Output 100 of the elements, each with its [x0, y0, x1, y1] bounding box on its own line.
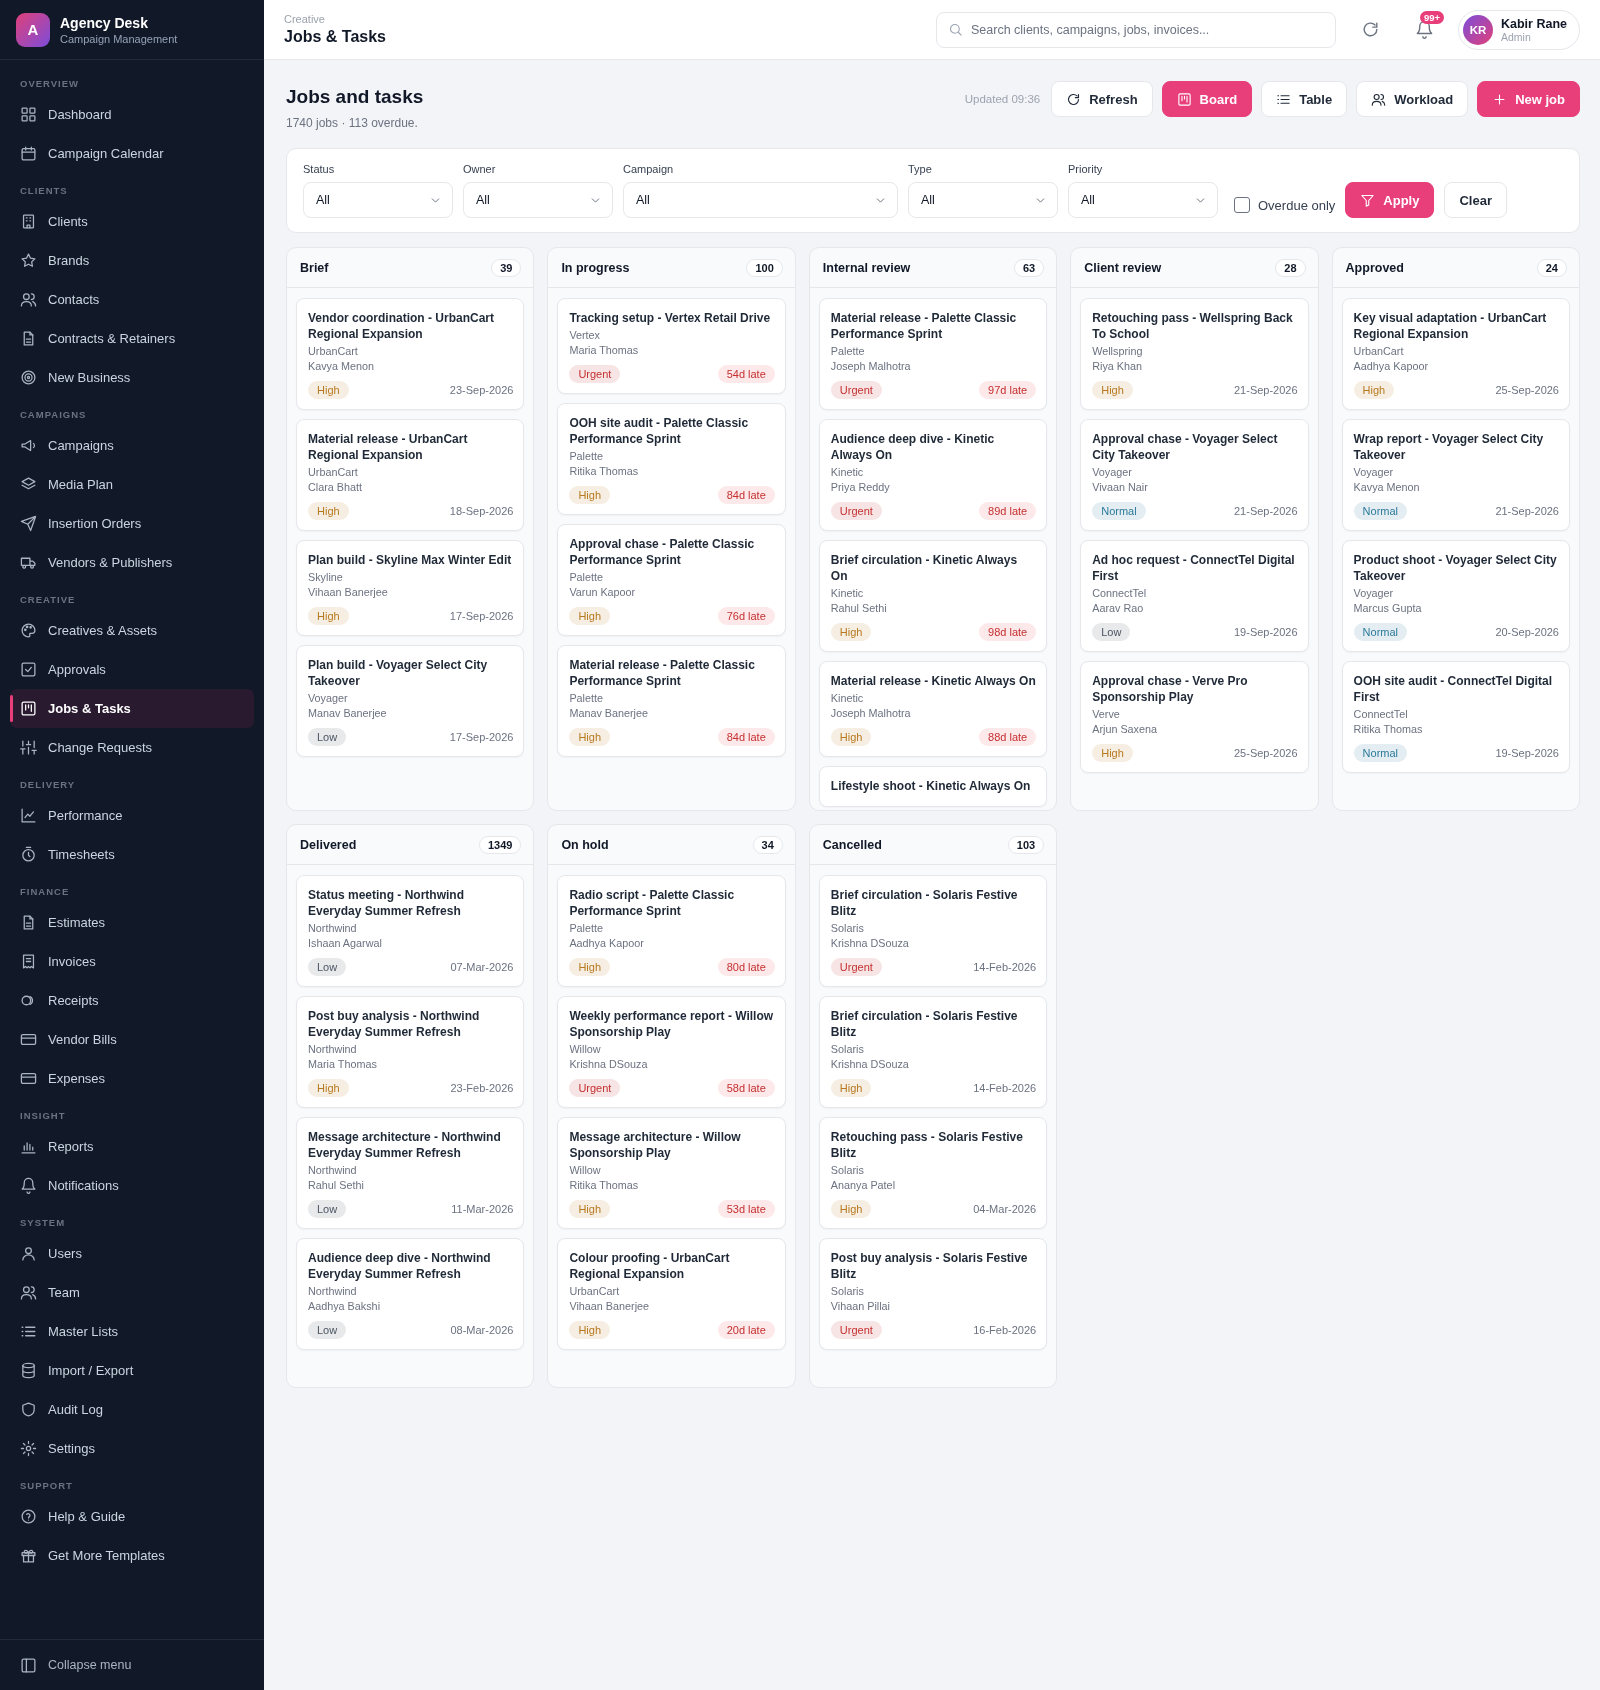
filter-dropdown[interactable]: All [623, 182, 898, 218]
client-name: Willow [569, 1163, 602, 1178]
view-tab[interactable]: Board [1161, 81, 1253, 117]
nav-item[interactable]: Invoices [10, 942, 254, 981]
nav-item[interactable]: Insertion Orders [10, 504, 254, 543]
checkbox-icon [20, 661, 37, 678]
job-card[interactable]: Approval chase - Palette Classic Performance Sprint Palette Varun Kapoor High 76d late [557, 524, 786, 636]
collapse-menu-button[interactable]: Collapse menu [10, 1645, 142, 1685]
clear-button[interactable]: Clear [1444, 182, 1507, 218]
job-card[interactable]: Audience deep dive - Northwind Everyday Summer Refresh Northwind Aadhya Bakshi Low 08-Mar-2026 [296, 1238, 525, 1350]
job-card[interactable]: Brief circulation - Solaris Festive Blitz Solaris Krishna DSouza High 14-Feb-2026 [818, 996, 1048, 1108]
filter-label: Owner [463, 163, 497, 175]
job-card[interactable]: OOH site audit - Palette Classic Performance Sprint Palette Ritika Thomas High 84d late [557, 403, 786, 515]
nav-item[interactable]: Change Requests [10, 728, 254, 767]
overdue-only-checkbox[interactable]: Overdue only [1234, 182, 1336, 218]
view-tab[interactable]: Table [1261, 81, 1348, 117]
nav-item[interactable]: Master Lists [10, 1312, 254, 1351]
filter-dropdown[interactable]: All [303, 182, 453, 218]
job-card[interactable]: Material release - Kinetic Always On Kinetic Joseph Malhotra High 88d late [818, 661, 1048, 757]
nav-item[interactable]: Media Plan [10, 465, 254, 504]
apply-button[interactable]: Apply [1345, 182, 1435, 218]
due-date: 17-Sep-2026 [449, 731, 514, 743]
nav-item[interactable]: Expenses [10, 1059, 254, 1098]
job-card[interactable]: Retouching pass - Solaris Festive Blitz Solaris Ananya Patel High 04-Mar-2026 [818, 1117, 1048, 1229]
job-card[interactable]: Approval chase - Voyager Select City Takeover Voyager Vivaan Nair Normal 21-Sep-2026 [1080, 419, 1309, 531]
filter-dropdown[interactable]: All [463, 182, 613, 218]
nav-item[interactable]: Brands [10, 241, 254, 280]
nav-item[interactable]: Creatives & Assets [10, 611, 254, 650]
nav-item[interactable]: Campaign Calendar [10, 134, 254, 173]
job-card[interactable]: Plan build - Skyline Max Winter Edit Skyline Vihaan Banerjee High 17-Sep-2026 [296, 540, 525, 636]
nav-item[interactable]: Get More Templates [10, 1536, 254, 1575]
nav-item[interactable]: Performance [10, 796, 254, 835]
job-card[interactable]: Key visual adaptation - UrbanCart Regional Expansion UrbanCart Aadhya Kapoor High 25-Sep-2026 [1341, 298, 1570, 410]
client-name: Voyager [1353, 586, 1395, 601]
job-card[interactable]: Vendor coordination - UrbanCart Regional Expansion UrbanCart Kavya Menon High 23-Sep-2026 [296, 298, 525, 410]
owner-name: Aadhya Bakshi [308, 1299, 382, 1314]
nav-item[interactable]: Clients [10, 202, 254, 241]
job-card[interactable]: Post buy analysis - Northwind Everyday Summer Refresh Northwind Maria Thomas High 23-Feb-2026 [296, 996, 525, 1108]
nav-item[interactable]: Audit Log [10, 1390, 254, 1429]
new-job-button[interactable]: New job [1477, 81, 1580, 117]
job-card[interactable]: Brief circulation - Solaris Festive Blitz Solaris Krishna DSouza Urgent 14-Feb-2026 [818, 875, 1048, 987]
client-name: Kinetic [830, 691, 865, 706]
job-card[interactable]: Product shoot - Voyager Select City Takeover Voyager Marcus Gupta Normal 20-Sep-2026 [1341, 540, 1570, 652]
nav-item[interactable]: Users [10, 1234, 254, 1273]
job-card[interactable]: Brief circulation - Kinetic Always On Kinetic Rahul Sethi High 98d late [818, 540, 1048, 652]
overdue-tag: 80d late [717, 958, 775, 976]
nav-item[interactable]: Timesheets [10, 835, 254, 874]
filter-dropdown[interactable]: All [1068, 182, 1218, 218]
nav-item[interactable]: Vendors & Publishers [10, 543, 254, 582]
nav-item[interactable]: Help & Guide [10, 1497, 254, 1536]
nav-item[interactable]: Team [10, 1273, 254, 1312]
user-menu[interactable]: KR Kabir Rane Admin [1458, 9, 1580, 50]
nav-item[interactable]: Contracts & Retainers [10, 319, 254, 358]
client-name: Voyager [1092, 465, 1133, 480]
job-card[interactable]: Message architecture - Northwind Everyday Summer Refresh Northwind Rahul Sethi Low 11-Mar-2026 [296, 1117, 525, 1229]
notifications-button[interactable]: 99+ [1404, 10, 1444, 49]
job-card[interactable]: Audience deep dive - Kinetic Always On Kinetic Priya Reddy Urgent 89d late [818, 419, 1048, 531]
nav-item[interactable]: Contacts [10, 280, 254, 319]
priority-tag: High [830, 623, 872, 641]
nav-item[interactable]: Import / Export [10, 1351, 254, 1390]
nav-item[interactable]: Jobs & Tasks [10, 689, 254, 728]
job-card[interactable]: Wrap report - Voyager Select City Takeover Voyager Kavya Menon Normal 21-Sep-2026 [1341, 419, 1570, 531]
job-card[interactable]: Weekly performance report - Willow Sponsorship Play Willow Krishna DSouza Urgent 58d late [557, 996, 786, 1108]
nav-item[interactable]: Dashboard [10, 95, 254, 134]
job-card[interactable]: Plan build - Voyager Select City Takeover Voyager Manav Banerjee Low 17-Sep-2026 [296, 645, 525, 757]
job-card[interactable]: Tracking setup - Vertex Retail Drive Vertex Maria Thomas Urgent 54d late [557, 298, 786, 394]
nav-item[interactable]: Settings [10, 1429, 254, 1468]
nav-item[interactable]: Vendor Bills [10, 1020, 254, 1059]
nav-item[interactable]: Approvals [10, 650, 254, 689]
filter-label: Type [908, 163, 933, 175]
job-card[interactable]: Ad hoc request - ConnectTel Digital First ConnectTel Aarav Rao Low 19-Sep-2026 [1080, 540, 1309, 652]
nav-item[interactable]: Reports [10, 1127, 254, 1166]
refresh-button[interactable]: Refresh [1051, 81, 1153, 117]
nav-item[interactable]: Notifications [10, 1166, 254, 1205]
filter-label: Campaign [623, 163, 675, 175]
job-card[interactable]: Material release - Palette Classic Performance Sprint Palette Joseph Malhotra Urgent 97d late [818, 298, 1048, 410]
search-field[interactable]: Search clients, campaigns, jobs, invoices... [936, 11, 1336, 48]
job-card[interactable]: OOH site audit - ConnectTel Digital First ConnectTel Ritika Thomas Normal 19-Sep-2026 [1341, 661, 1570, 773]
filter-dropdown[interactable]: All [908, 182, 1058, 218]
due-date: 19-Sep-2026 [1495, 747, 1559, 759]
nav-item[interactable]: Receipts [10, 981, 254, 1020]
job-card[interactable]: Radio script - Palette Classic Performance Sprint Palette Aadhya Kapoor High 80d late [557, 875, 786, 987]
nav-item[interactable]: New Business [10, 358, 254, 397]
job-card[interactable]: Retouching pass - Wellspring Back To School Wellspring Riya Khan High 21-Sep-2026 [1080, 298, 1309, 410]
due-date: 20-Sep-2026 [1495, 626, 1559, 638]
job-card[interactable]: Lifestyle shoot - Kinetic Always On [818, 766, 1048, 807]
job-card[interactable]: Material release - Palette Classic Performance Sprint Palette Manav Banerjee High 84d late [557, 645, 786, 757]
priority-tag: High [1353, 381, 1395, 399]
view-tab[interactable]: Workload [1356, 81, 1469, 117]
client-name: Voyager [308, 691, 349, 706]
job-card[interactable]: Post buy analysis - Solaris Festive Blitz Solaris Vihaan Pillai Urgent 16-Feb-2026 [818, 1238, 1048, 1350]
job-card[interactable]: Message architecture - Willow Sponsorship Play Willow Ritika Thomas High 53d late [557, 1117, 786, 1229]
job-card[interactable]: Approval chase - Verve Pro Sponsorship Play Verve Arjun Saxena High 25-Sep-2026 [1080, 661, 1309, 773]
job-card[interactable]: Material release - UrbanCart Regional Expansion UrbanCart Clara Bhatt High 18-Sep-2026 [296, 419, 525, 531]
sidebar-panel-icon [20, 1656, 37, 1674]
nav-item[interactable]: Campaigns [10, 426, 254, 465]
job-card[interactable]: Colour proofing - UrbanCart Regional Expansion UrbanCart Vihaan Banerjee High 20d late [557, 1238, 786, 1350]
job-card[interactable]: Status meeting - Northwind Everyday Summer Refresh Northwind Ishaan Agarwal Low 07-Mar-2026 [296, 875, 525, 987]
nav-item[interactable]: Estimates [10, 903, 254, 942]
user-icon [20, 1245, 37, 1262]
